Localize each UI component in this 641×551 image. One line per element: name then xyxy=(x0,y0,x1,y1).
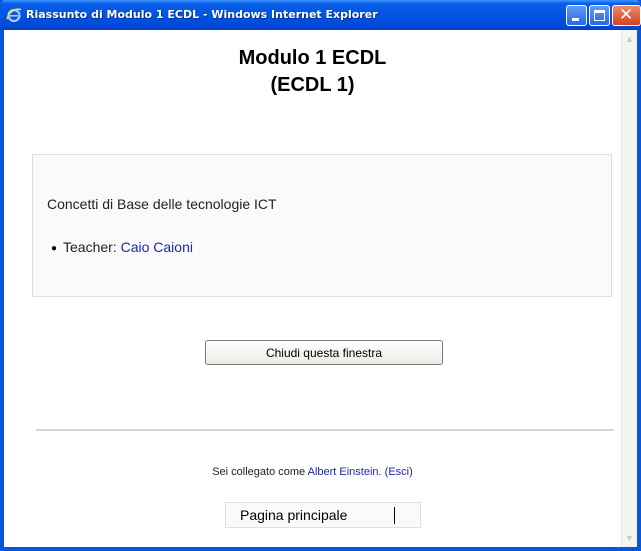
course-title-line1: Modulo 1 ECDL xyxy=(238,47,387,69)
course-title: Modulo 1 ECDL (ECDL 1) xyxy=(4,45,621,99)
teacher-list: ● Teacher: Caio Caioni xyxy=(51,239,193,255)
title-bar[interactable]: Riassunto di Modulo 1 ECDL - Windows Int… xyxy=(0,0,641,30)
vertical-scrollbar[interactable]: ▲ ▼ xyxy=(621,30,637,547)
user-profile-link[interactable]: Albert Einstein. xyxy=(308,466,382,478)
course-title-line2: (ECDL 1) xyxy=(270,74,355,96)
course-summary-box: Concetti di Base delle tecnologie ICT ● T… xyxy=(32,154,612,297)
page-content: Modulo 1 ECDL (ECDL 1) Concetti di Base … xyxy=(4,30,621,547)
close-window-button[interactable]: ✕ xyxy=(612,5,641,26)
minimize-button[interactable] xyxy=(566,5,587,26)
text-cursor-icon xyxy=(394,507,395,524)
close-window-action-button[interactable]: Chiudi questa finestra xyxy=(205,340,443,365)
ie-icon xyxy=(6,7,22,23)
browser-window: Riassunto di Modulo 1 ECDL - Windows Int… xyxy=(0,0,641,551)
scroll-up-icon[interactable]: ▲ xyxy=(624,32,635,46)
login-info: Sei collegato come Albert Einstein. (Esc… xyxy=(4,466,621,478)
close-icon: ✕ xyxy=(619,5,634,25)
window-title: Riassunto di Modulo 1 ECDL - Windows Int… xyxy=(26,8,378,21)
scroll-down-icon[interactable]: ▼ xyxy=(624,531,635,545)
logout-link[interactable]: (Esci) xyxy=(385,466,413,478)
teacher-item: ● Teacher: Caio Caioni xyxy=(51,239,193,255)
bullet-icon: ● xyxy=(51,242,58,254)
minimize-icon xyxy=(572,18,579,21)
teacher-label: Teacher: xyxy=(63,239,121,255)
home-link[interactable]: Pagina principale xyxy=(240,507,347,523)
maximize-button[interactable] xyxy=(589,5,610,26)
home-link-box[interactable]: Pagina principale xyxy=(225,502,421,528)
course-summary: Concetti di Base delle tecnologie ICT xyxy=(47,196,277,212)
teacher-link[interactable]: Caio Caioni xyxy=(121,239,193,255)
maximize-icon xyxy=(594,10,605,21)
footer-divider xyxy=(36,429,614,431)
login-prefix: Sei collegato come xyxy=(212,466,308,478)
